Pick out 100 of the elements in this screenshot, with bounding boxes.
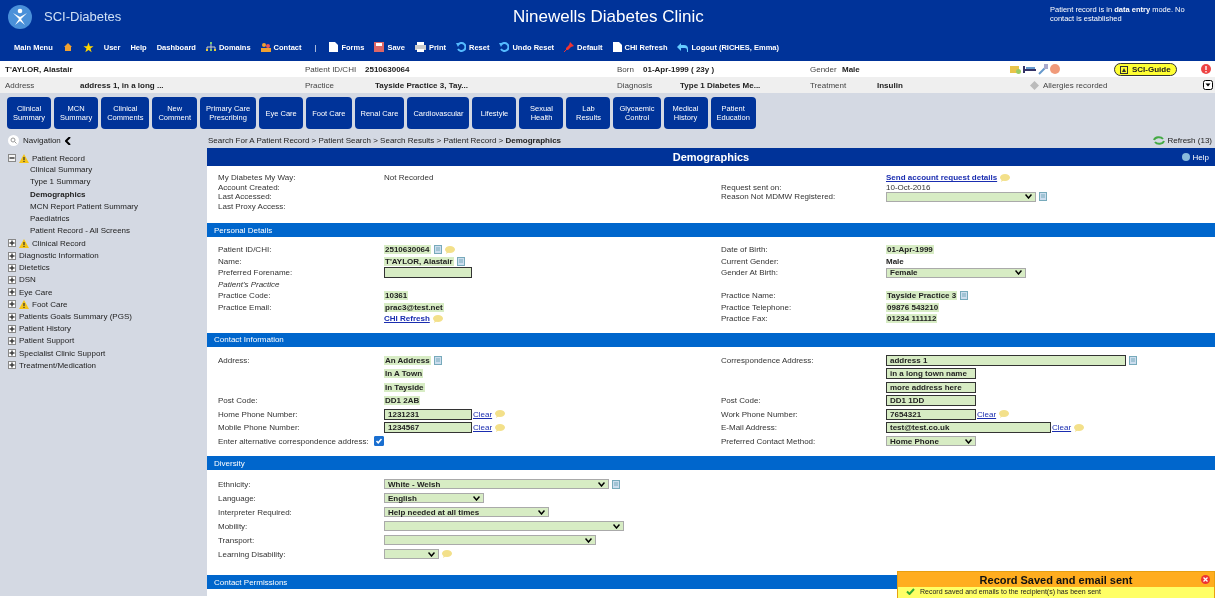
field-value: An Address bbox=[384, 355, 431, 365]
notification-title: Record Saved and email sent bbox=[979, 573, 1133, 586]
section-title: Contact Permissions bbox=[214, 577, 288, 587]
copy-icon[interactable] bbox=[433, 355, 442, 365]
tree-item[interactable]: Demographics bbox=[8, 188, 207, 201]
expand-icon[interactable] bbox=[8, 288, 16, 297]
warning-icon[interactable] bbox=[1201, 64, 1211, 74]
expand-icon[interactable] bbox=[8, 300, 16, 309]
input-field[interactable]: 1234567 bbox=[384, 422, 472, 434]
clear-link[interactable]: Clear bbox=[473, 423, 493, 433]
field-value: In A Town bbox=[384, 369, 424, 379]
input-field[interactable]: address 1 bbox=[886, 354, 1126, 366]
patient-field-label: Treatment bbox=[810, 80, 848, 90]
guide-button[interactable]: SCI-Guide bbox=[1114, 63, 1177, 76]
help-icon bbox=[1181, 153, 1190, 161]
field-label: Patient ID/CHI: bbox=[218, 245, 272, 255]
caret-icon bbox=[613, 523, 620, 529]
clear-link[interactable]: Clear bbox=[1052, 423, 1072, 433]
menu-item[interactable] bbox=[82, 41, 94, 53]
copy-icon[interactable] bbox=[456, 256, 465, 266]
field-label: Learning Disability: bbox=[218, 549, 286, 559]
field-label: Transport: bbox=[218, 535, 255, 545]
input-field[interactable]: test@test.co.uk bbox=[886, 422, 1051, 434]
tree-item[interactable]: Type 1 Summary bbox=[8, 176, 207, 189]
dropdown[interactable]: English bbox=[384, 493, 484, 503]
tree-item[interactable]: MCN Report Patient Summary bbox=[8, 200, 207, 213]
tree-item[interactable]: Clinical Summary bbox=[8, 164, 207, 177]
tree-item[interactable]: Patient Record - All Screens bbox=[8, 225, 207, 238]
tree-item[interactable]: Treatment/Medication bbox=[19, 360, 97, 370]
tree-item[interactable]: Patient Support bbox=[19, 336, 75, 346]
expand-icon[interactable] bbox=[8, 239, 16, 248]
field-label: My Diabetes My Way: bbox=[218, 173, 296, 183]
close-icon[interactable] bbox=[1201, 575, 1210, 584]
copy-icon[interactable] bbox=[612, 479, 620, 489]
expand-icon[interactable] bbox=[8, 324, 16, 333]
field-value: prac3@test.net bbox=[384, 302, 444, 312]
copy-icon[interactable] bbox=[1129, 355, 1137, 365]
tree-item[interactable]: Patient Record bbox=[32, 153, 85, 163]
expand-icon[interactable] bbox=[8, 263, 16, 272]
field-label: Practice Email: bbox=[218, 302, 272, 312]
clear-link[interactable]: Clear bbox=[473, 409, 493, 419]
expand-icon[interactable] bbox=[8, 336, 16, 345]
field-value: Not Recorded bbox=[384, 173, 434, 183]
clear-link[interactable]: Clear bbox=[977, 409, 997, 419]
input-field[interactable]: DD1 1DD bbox=[886, 395, 976, 407]
input-field[interactable] bbox=[384, 267, 472, 279]
caret-icon bbox=[585, 537, 592, 543]
copy-icon[interactable] bbox=[960, 291, 969, 301]
caret-icon bbox=[1025, 194, 1032, 200]
menu-item[interactable] bbox=[62, 42, 73, 52]
field-label: Post Code: bbox=[721, 396, 761, 406]
field-value: T'AYLOR, Alastair bbox=[384, 256, 454, 266]
dropdown[interactable] bbox=[886, 191, 1036, 202]
expand-icon[interactable] bbox=[8, 312, 16, 321]
dropdown[interactable]: Home Phone bbox=[886, 436, 976, 447]
tree-item[interactable]: Clinical Record bbox=[32, 238, 86, 248]
checkbox[interactable] bbox=[374, 436, 384, 447]
link[interactable]: CHI Refresh bbox=[384, 314, 430, 324]
tree-item[interactable]: Specialist Clinic Support bbox=[19, 348, 106, 358]
copy-icon[interactable] bbox=[1039, 192, 1047, 202]
tree-item[interactable]: Eye Care bbox=[19, 287, 53, 297]
breadcrumb: Search For A Patient Record > Patient Search > Search Results > Patient Record > Demographics bbox=[208, 136, 562, 145]
link[interactable]: Send account request details bbox=[886, 173, 998, 183]
input-field[interactable]: 7654321 bbox=[886, 408, 976, 420]
tree-item[interactable]: DSN bbox=[19, 275, 36, 285]
help-link[interactable]: Help bbox=[1181, 152, 1209, 162]
expand-icon[interactable] bbox=[8, 275, 16, 284]
field-value: 2510630064 bbox=[384, 245, 431, 255]
field-label: Interpreter Required: bbox=[218, 507, 292, 517]
dropdown[interactable]: Help needed at all times bbox=[384, 507, 549, 517]
tree-item[interactable]: Patients Goals Summary (PGS) bbox=[19, 312, 132, 322]
field-value: DD1 2AB bbox=[384, 396, 421, 406]
tree-item[interactable]: Dietetics bbox=[19, 263, 50, 273]
caret-icon bbox=[1015, 270, 1022, 276]
dropdown[interactable] bbox=[384, 549, 439, 559]
refresh-link[interactable]: Refresh (13) bbox=[1152, 136, 1212, 145]
dropdown[interactable]: White - Welsh bbox=[384, 479, 609, 489]
input-field[interactable]: in a long town name bbox=[886, 368, 976, 380]
tree-item[interactable]: Diagnostic Information bbox=[19, 251, 99, 261]
expand-icon[interactable] bbox=[8, 361, 16, 370]
expand-icon[interactable] bbox=[1203, 80, 1213, 90]
input-field[interactable]: more address here bbox=[886, 381, 976, 393]
tree-item[interactable]: Foot Care bbox=[32, 299, 68, 309]
input-field[interactable]: 1231231 bbox=[384, 408, 472, 420]
collapse-icon[interactable] bbox=[8, 154, 16, 163]
tree-item[interactable]: Patient History bbox=[19, 324, 72, 334]
page-title: Demographics bbox=[672, 151, 750, 163]
field-label: Account Created: bbox=[218, 182, 280, 192]
copy-icon[interactable] bbox=[433, 245, 442, 255]
home-icon bbox=[62, 42, 73, 52]
patient-field-value: 2510630064 bbox=[365, 64, 410, 74]
tree-item[interactable]: Paediatrics bbox=[8, 212, 207, 226]
field-value: 01-Apr-1999 bbox=[886, 245, 934, 255]
expand-icon[interactable] bbox=[8, 349, 16, 358]
document-icon bbox=[329, 42, 339, 52]
navigation-toggle[interactable]: Navigation bbox=[8, 135, 208, 146]
hierarchy-icon bbox=[205, 42, 216, 52]
dropdown[interactable]: Female bbox=[886, 267, 1026, 278]
expand-icon[interactable] bbox=[8, 251, 16, 260]
field-label: Language: bbox=[218, 493, 256, 503]
